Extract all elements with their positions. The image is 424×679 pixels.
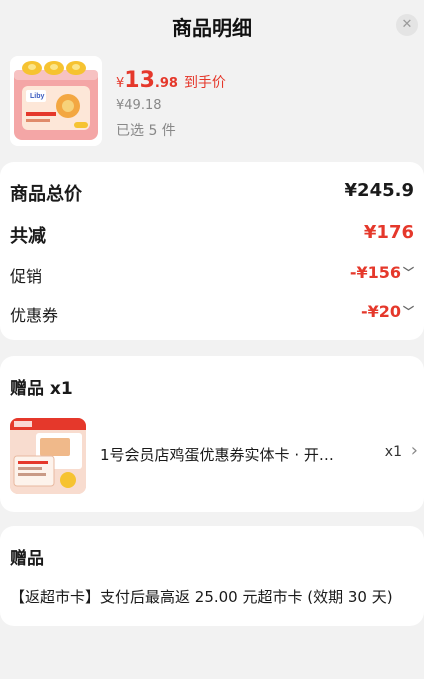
original-price: ¥49.18 [116, 98, 162, 113]
promotion-value-wrap: -¥156 ﹀ [350, 263, 414, 282]
price-summary-card: 商品总价 ¥245.9 共减 ¥176 促销 -¥156 ﹀ 优惠券 -¥20 ﹀ [0, 162, 424, 340]
chevron-right-icon[interactable]: › [411, 440, 418, 461]
coupon-value: -¥20 [360, 302, 401, 321]
discount-total-value: ¥176 [363, 222, 414, 243]
selected-count: 已选 5 件 [116, 123, 176, 139]
page-title: 商品明细 [172, 16, 252, 40]
promotion-row[interactable]: 促销 -¥156 ﹀ [10, 259, 414, 289]
price-decimal: .98 [154, 76, 178, 91]
total-price-row: 商品总价 ¥245.9 [10, 176, 414, 206]
coupon-label: 优惠券 [10, 306, 59, 325]
bonus-description: 【返超市卡】支付后最高返 25.00 元超市卡 (效期 30 天) [10, 588, 393, 606]
total-price-value: ¥245.9 [344, 180, 414, 201]
gift-image-graphic [10, 418, 86, 494]
total-price-label: 商品总价 [10, 184, 82, 205]
gift-section-title: 赠品 x1 [10, 379, 73, 399]
gift-item-name[interactable]: 1号会员店鸡蛋优惠券实体卡 · 开… [100, 444, 362, 465]
promotion-value: -¥156 [349, 263, 401, 282]
discount-total-label: 共减 [10, 226, 46, 247]
promotion-label: 促销 [10, 267, 43, 286]
final-price: ¥13.98 到手价 [116, 68, 226, 93]
chevron-down-icon: ﹀ [403, 266, 414, 279]
header: 商品明细 ✕ [0, 0, 424, 52]
discount-total-row: 共减 ¥176 [10, 218, 414, 248]
product-image-graphic [10, 56, 102, 146]
product-image[interactable]: Liby [10, 56, 102, 146]
coupon-row[interactable]: 优惠券 -¥20 ﹀ [10, 298, 414, 328]
gift-card: 赠品 x1 1号会员店鸡蛋优惠券实体卡 · 开… x1 › [0, 356, 424, 512]
coupon-value-wrap: -¥20 ﹀ [361, 302, 414, 321]
product-summary: Liby ¥13.98 到手价 ¥49.18 已选 5 件 [0, 52, 424, 152]
bonus-card: 赠品 【返超市卡】支付后最高返 25.00 元超市卡 (效期 30 天) [0, 526, 424, 626]
product-brand-logo: Liby [30, 93, 45, 100]
price-tag: 到手价 [183, 75, 226, 91]
gift-item-quantity: x1 [384, 444, 402, 460]
close-icon: ✕ [401, 17, 413, 32]
gift-item-image[interactable] [10, 418, 86, 494]
price-integer: 13 [124, 68, 155, 93]
close-button[interactable]: ✕ [396, 14, 418, 36]
bonus-section-title: 赠品 [10, 549, 44, 569]
chevron-down-icon: ﹀ [403, 305, 414, 318]
